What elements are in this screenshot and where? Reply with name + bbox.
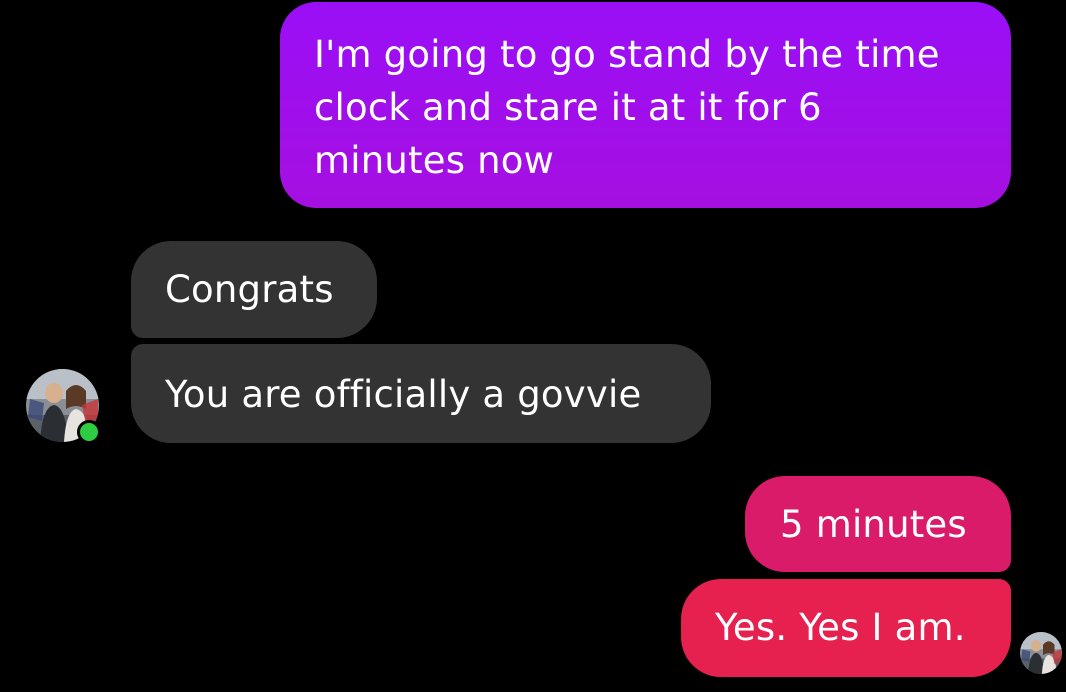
- online-status-indicator: [77, 420, 101, 444]
- incoming-message-bubble[interactable]: Congrats: [131, 241, 377, 338]
- incoming-message-bubble[interactable]: You are officially a govvie: [131, 344, 711, 443]
- message-text: Yes. Yes I am.: [715, 606, 966, 649]
- message-text: I'm going to go stand by the time clock …: [314, 33, 940, 182]
- message-text: Congrats: [165, 268, 334, 311]
- read-receipt-avatar: [1020, 632, 1062, 674]
- message-text: 5 minutes: [780, 503, 967, 546]
- outgoing-message-bubble[interactable]: I'm going to go stand by the time clock …: [280, 2, 1011, 208]
- outgoing-message-bubble[interactable]: 5 minutes: [745, 476, 1011, 572]
- read-receipt-avatar-icon: [1020, 632, 1062, 674]
- outgoing-message-bubble[interactable]: Yes. Yes I am.: [681, 579, 1011, 677]
- message-text: You are officially a govvie: [165, 373, 642, 416]
